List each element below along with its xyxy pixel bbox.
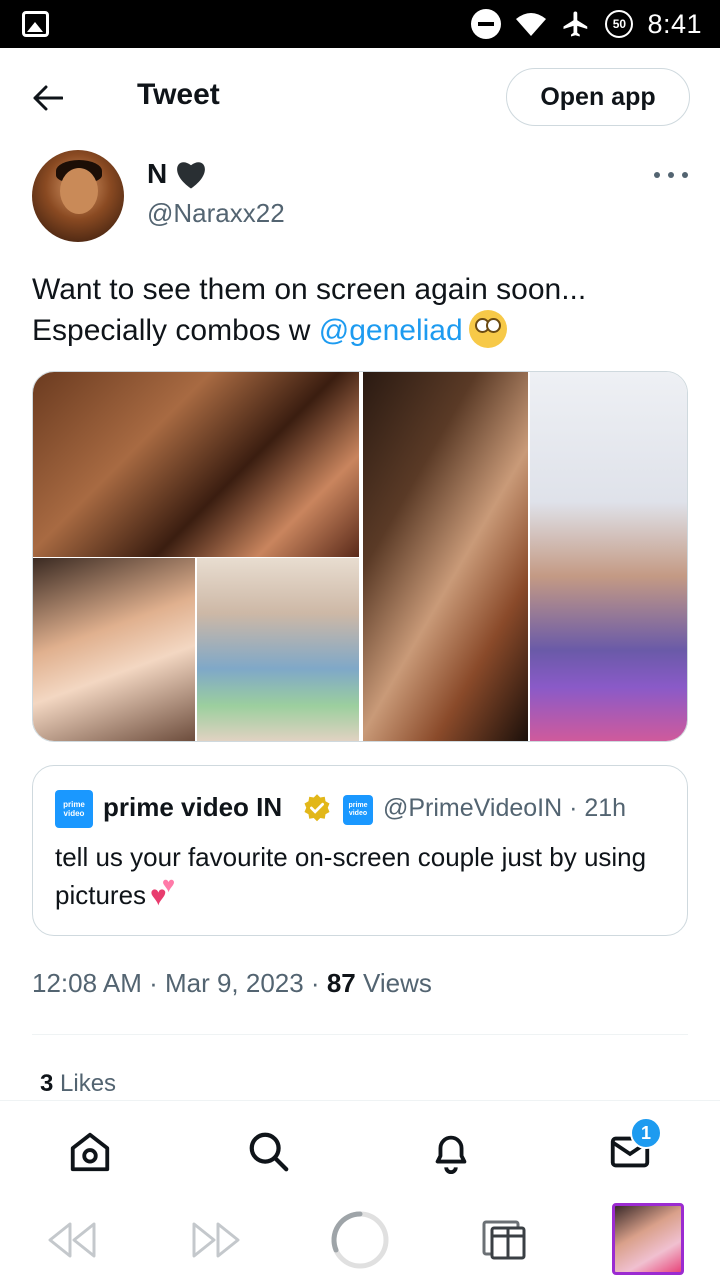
affiliate-badge-icon: prime video — [343, 795, 373, 825]
media-photo-5[interactable] — [530, 372, 687, 741]
author-name[interactable]: N — [147, 158, 209, 190]
author-name-text: N — [147, 158, 168, 189]
search-icon — [249, 1132, 289, 1172]
tweet-text-line-1: Want to see them on screen again soon... — [32, 273, 587, 306]
mention-link[interactable]: @geneliad — [319, 314, 463, 347]
video-logo-text: video — [348, 810, 368, 817]
battery-indicator: 50 — [605, 10, 634, 38]
loading-spinner-icon — [331, 1211, 389, 1269]
views-label: Views — [355, 968, 432, 998]
likes-link[interactable]: 3 Likes — [40, 1070, 116, 1098]
tabs-icon — [482, 1220, 526, 1260]
likes-count: 3 — [40, 1070, 54, 1097]
more-dot-icon — [668, 172, 674, 178]
tweet-timestamp[interactable]: 12:08 AM · Mar 9, 2023 · — [32, 968, 327, 998]
tweet-meta: 12:08 AM · Mar 9, 2023 · 87 Views — [32, 968, 432, 999]
two-hearts-emoji-icon — [150, 874, 184, 910]
home-icon — [70, 1132, 110, 1172]
browser-forward-button[interactable] — [186, 1210, 246, 1270]
nav-home[interactable] — [67, 1129, 113, 1175]
tweet-text-line-2: Especially combos w @geneliad — [32, 310, 692, 351]
gallery-notification-icon — [22, 11, 49, 37]
arrow-left-icon — [33, 85, 63, 111]
tweet-media-grid — [32, 371, 688, 742]
media-photo-2[interactable] — [33, 558, 195, 741]
page-title: Tweet — [137, 78, 220, 111]
quoted-tweet[interactable]: prime video prime video IN prime video @… — [32, 765, 688, 936]
quoted-tweet-text-content: tell us your favourite on-screen couple … — [55, 842, 647, 910]
clock: 8:41 — [647, 8, 702, 39]
browser-reload-button[interactable] — [330, 1210, 390, 1270]
rewind-icon — [48, 1222, 96, 1258]
more-options-button[interactable] — [654, 162, 688, 188]
quoted-author-name: prime video IN — [103, 792, 283, 822]
browser-back-button[interactable] — [42, 1210, 102, 1270]
status-icons: 50 8:41 — [471, 8, 702, 40]
media-photo-4[interactable] — [363, 372, 528, 741]
more-dot-icon — [682, 172, 688, 178]
tweet-text: Want to see them on screen again soon...… — [32, 270, 692, 351]
more-dot-icon — [654, 172, 660, 178]
open-app-button[interactable]: Open app — [506, 68, 690, 126]
browser-toolbar — [0, 1200, 720, 1280]
quoted-author-handle: @PrimeVideoIN · 21h — [383, 794, 627, 822]
airplane-icon — [563, 11, 588, 37]
video-logo-text: video — [63, 809, 85, 818]
avatar-face — [60, 168, 98, 214]
prime-logo-text: prime — [63, 800, 85, 809]
author-handle[interactable]: @Naraxx22 — [147, 198, 285, 229]
messages-badge: 1 — [630, 1117, 662, 1149]
tweet-text-prefix: Especially combos w — [32, 314, 319, 347]
author-avatar[interactable] — [32, 150, 124, 242]
fast-forward-icon — [192, 1222, 240, 1258]
media-photo-3[interactable] — [197, 558, 359, 741]
gold-verified-badge-icon — [304, 794, 330, 822]
divider — [32, 1034, 688, 1035]
do-not-disturb-icon — [471, 9, 502, 39]
bell-icon — [435, 1135, 467, 1174]
back-button[interactable] — [28, 78, 68, 118]
app-header: Tweet Open app — [0, 48, 720, 146]
quoted-author-avatar: prime video — [55, 790, 93, 828]
rolling-eyes-emoji-icon — [468, 310, 507, 348]
bottom-navigation: 1 — [0, 1100, 720, 1200]
quoted-tweet-text: tell us your favourite on-screen couple … — [55, 838, 675, 914]
wifi-icon — [516, 13, 547, 36]
views-count: 87 — [326, 968, 356, 998]
media-photo-1[interactable] — [33, 372, 359, 557]
nav-notifications[interactable] — [428, 1129, 474, 1175]
status-bar: 50 8:41 — [0, 0, 720, 48]
black-heart-icon — [177, 162, 206, 189]
likes-label: Likes — [53, 1070, 117, 1097]
current-tab-thumbnail[interactable] — [612, 1203, 684, 1275]
browser-tabs-button[interactable] — [474, 1210, 534, 1270]
prime-logo-text: prime — [348, 802, 368, 809]
nav-search[interactable] — [246, 1129, 292, 1175]
